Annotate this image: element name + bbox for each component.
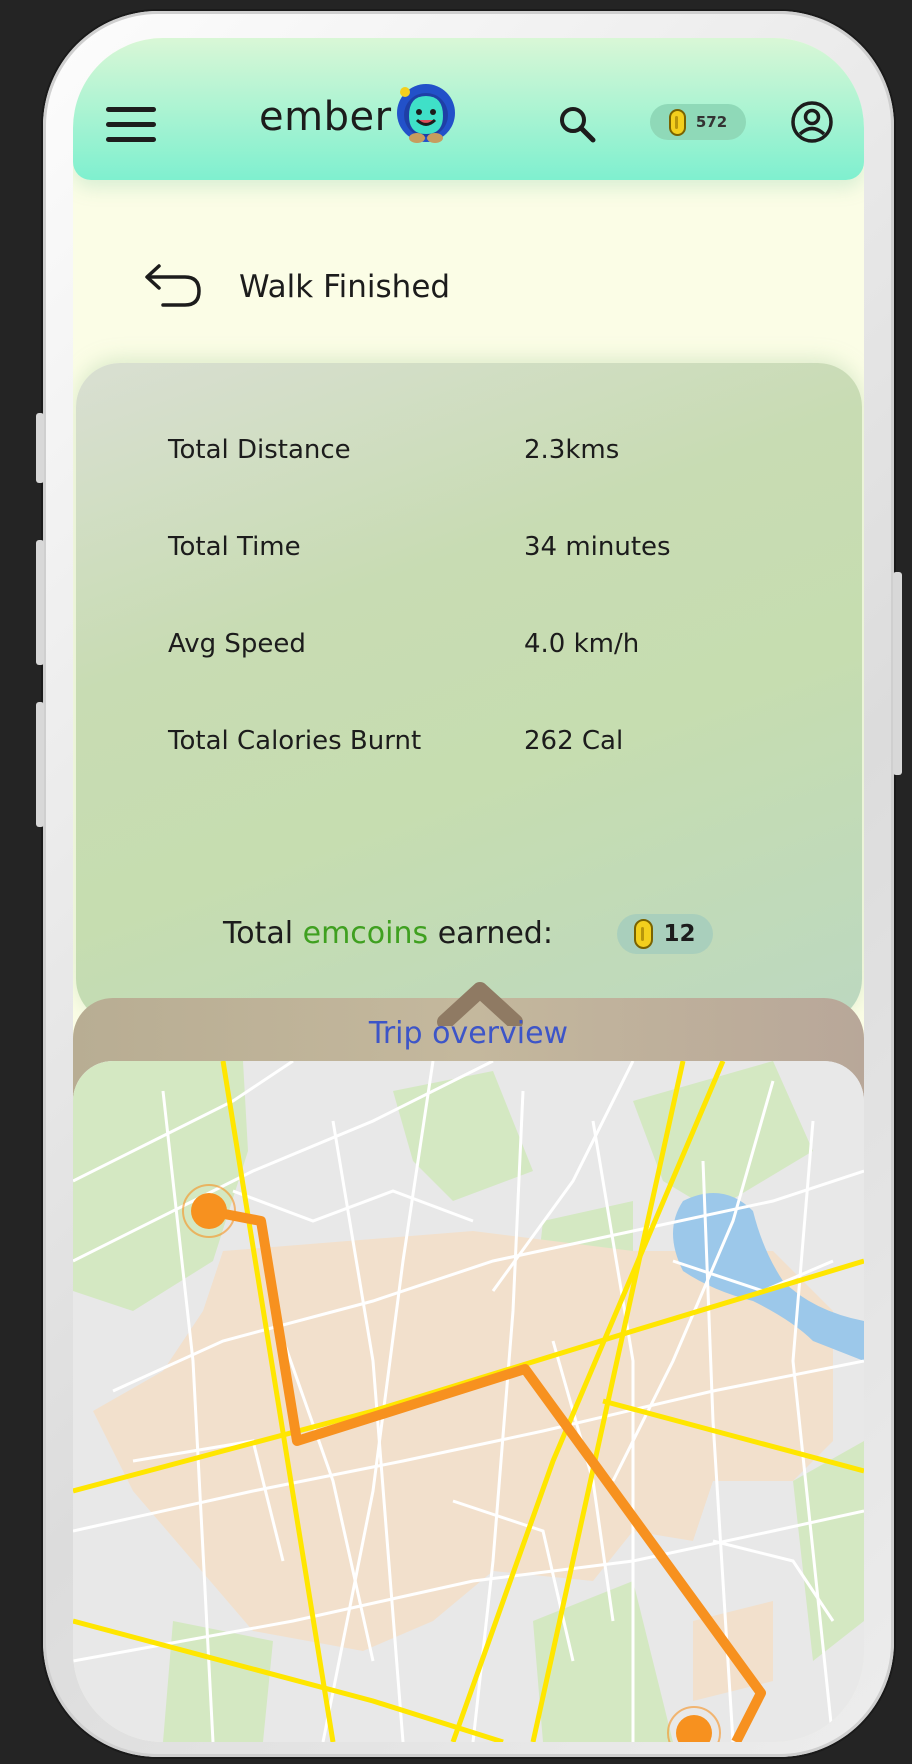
stat-row-calories: Total Calories Burnt 262 Cal bbox=[168, 726, 768, 766]
brand-name: ember bbox=[259, 94, 392, 140]
earned-highlight: emcoins bbox=[302, 916, 429, 951]
emcoins-earned-badge: 12 bbox=[617, 914, 713, 954]
phone-side-button bbox=[36, 540, 44, 665]
trip-overview-title[interactable]: Trip overview bbox=[73, 1016, 864, 1051]
logo-icon bbox=[397, 84, 455, 143]
page-title: Walk Finished bbox=[239, 269, 451, 305]
stat-row-distance: Total Distance 2.3kms bbox=[168, 435, 768, 475]
menu-icon[interactable] bbox=[106, 107, 156, 143]
trip-route-map[interactable] bbox=[73, 1061, 864, 1742]
phone-side-button bbox=[36, 413, 44, 483]
stat-row-time: Total Time 34 minutes bbox=[168, 532, 768, 572]
stat-row-speed: Avg Speed 4.0 km/h bbox=[168, 629, 768, 669]
coin-balance-value: 572 bbox=[695, 113, 728, 131]
stat-value: 4.0 km/h bbox=[524, 629, 640, 659]
emcoins-earned-amount: 12 bbox=[663, 921, 696, 947]
coin-icon bbox=[668, 108, 686, 136]
phone-side-button bbox=[36, 702, 44, 827]
search-icon[interactable] bbox=[557, 104, 597, 144]
stat-label: Total Calories Burnt bbox=[168, 726, 422, 756]
earned-suffix: earned: bbox=[437, 916, 553, 951]
back-arrow-icon[interactable] bbox=[143, 260, 205, 310]
stat-value: 34 minutes bbox=[524, 532, 671, 562]
earned-prefix: Total bbox=[223, 916, 294, 951]
app-screen: ember 572 Walk Finished Total Distance 2… bbox=[73, 38, 864, 1742]
coin-icon bbox=[634, 919, 654, 949]
stat-value: 262 Cal bbox=[524, 726, 624, 756]
map-graphic bbox=[73, 1061, 864, 1742]
stat-label: Total Time bbox=[168, 532, 301, 562]
stat-value: 2.3kms bbox=[524, 435, 620, 465]
emcoins-earned-text: Total emcoins earned: bbox=[223, 916, 553, 951]
coin-balance-badge[interactable]: 572 bbox=[650, 104, 746, 140]
profile-icon[interactable] bbox=[790, 100, 834, 144]
phone-side-button bbox=[893, 572, 902, 775]
stat-label: Total Distance bbox=[168, 435, 351, 465]
stat-label: Avg Speed bbox=[168, 629, 306, 659]
app-header: ember 572 bbox=[73, 38, 864, 180]
